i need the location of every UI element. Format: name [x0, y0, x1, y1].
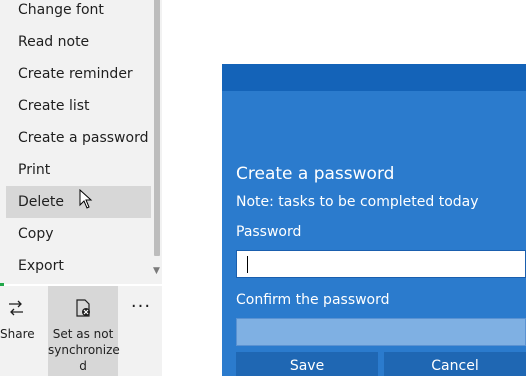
password-label: Password	[236, 224, 302, 240]
menu-item-export[interactable]: Export	[6, 250, 151, 282]
more-button[interactable]: ···	[122, 286, 160, 376]
menu-item-create-reminder[interactable]: Create reminder	[6, 58, 151, 90]
sync-label-line3: d	[79, 359, 87, 373]
menu-scrollbar[interactable]: ▼	[152, 0, 162, 284]
confirm-password-label: Confirm the password	[236, 292, 390, 308]
share-label: Share	[0, 327, 35, 341]
create-password-dialog: Create a password Note: tasks to be comp…	[222, 64, 526, 376]
cancel-button[interactable]: Cancel	[384, 352, 526, 376]
sync-label: Set as not synchronize d	[48, 326, 120, 374]
share-icon	[0, 298, 32, 318]
confirm-password-field[interactable]	[236, 318, 526, 346]
command-bar: Share Set as not synchronize d ···	[0, 286, 162, 376]
menu-item-copy[interactable]: Copy	[6, 218, 151, 250]
set-not-synchronized-button[interactable]: Set as not synchronize d	[48, 286, 120, 376]
dialog-note: Note: tasks to be completed today	[236, 194, 479, 210]
sync-label-line2: synchronize	[48, 343, 120, 357]
sync-off-icon	[48, 298, 118, 318]
menu-item-print[interactable]: Print	[6, 154, 151, 186]
dialog-header-bar	[222, 64, 526, 91]
mouse-pointer-icon	[79, 188, 93, 213]
scroll-down-icon[interactable]: ▼	[153, 266, 160, 276]
share-button[interactable]: Share	[0, 286, 35, 376]
menu-item-create-list[interactable]: Create list	[6, 90, 151, 122]
menu-item-change-font[interactable]: Change font	[6, 0, 151, 26]
sync-label-line1: Set as not	[52, 327, 114, 341]
more-icon: ···	[130, 296, 152, 317]
menu-item-read-note[interactable]: Read note	[6, 26, 151, 58]
context-menu: Change font Read note Create reminder Cr…	[0, 0, 152, 284]
dialog-title: Create a password	[236, 164, 395, 184]
save-button[interactable]: Save	[236, 352, 378, 376]
menu-item-create-password[interactable]: Create a password	[6, 122, 151, 154]
text-caret	[247, 256, 248, 273]
scrollbar-thumb[interactable]	[154, 0, 160, 256]
password-field[interactable]	[236, 250, 526, 278]
